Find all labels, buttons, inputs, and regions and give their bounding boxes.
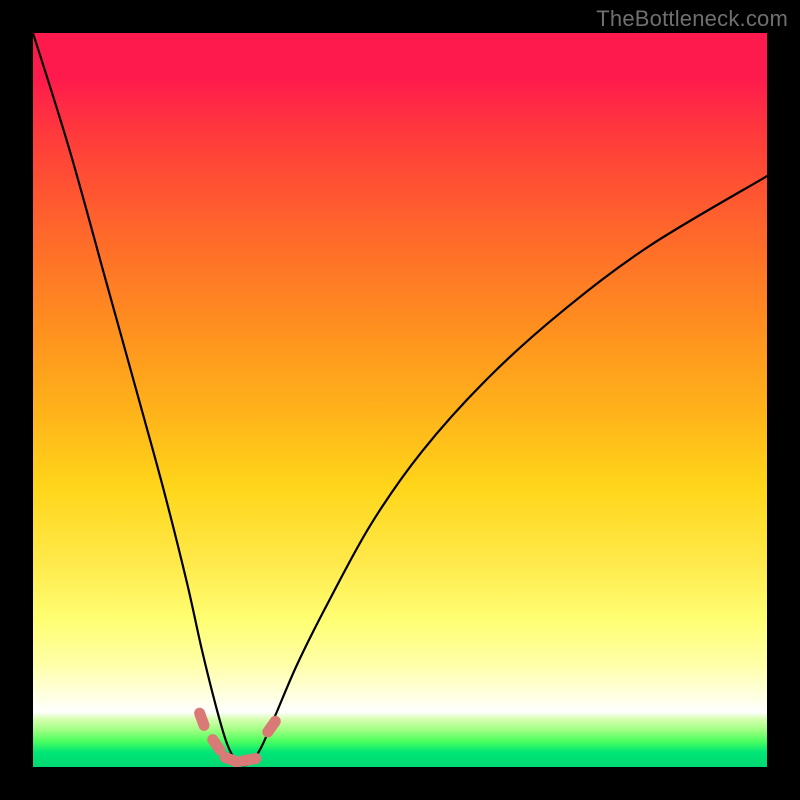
chart-svg [33, 33, 767, 767]
curve-marker [193, 706, 212, 732]
curve-marker [237, 752, 263, 767]
watermark-text: TheBottleneck.com [596, 6, 788, 32]
marker-group [193, 706, 283, 767]
curve-marker [260, 714, 283, 740]
bottleneck-curve [33, 33, 767, 765]
chart-plot-area [33, 33, 767, 767]
chart-frame: TheBottleneck.com [0, 0, 800, 800]
